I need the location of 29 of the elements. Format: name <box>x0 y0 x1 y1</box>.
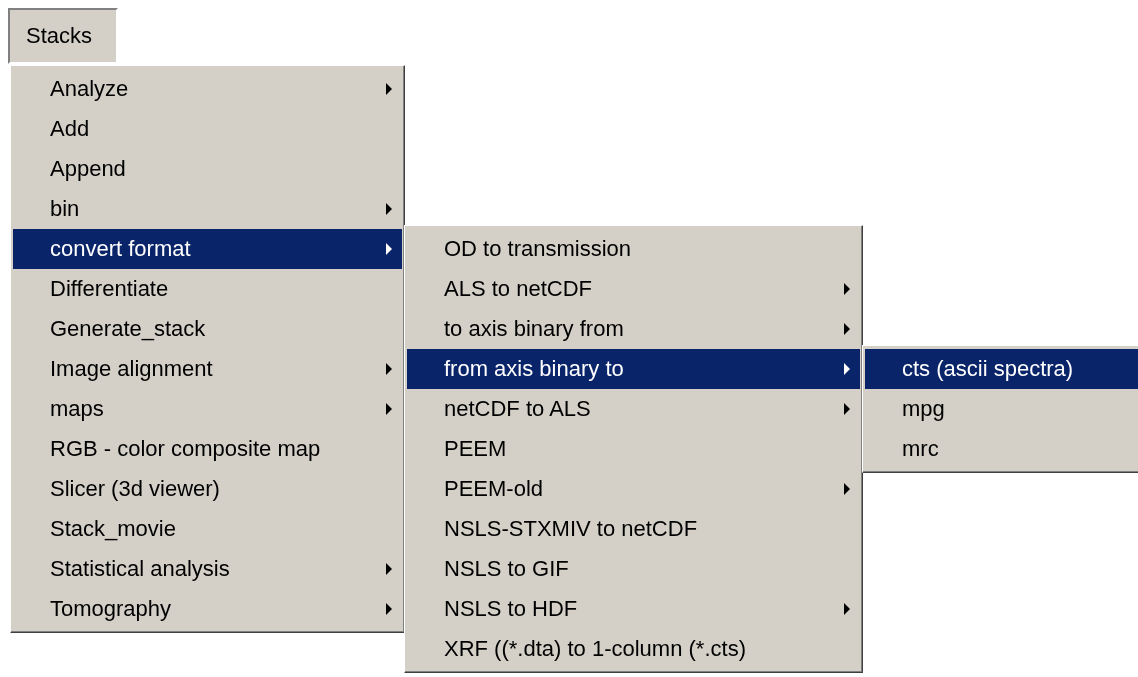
menu-item[interactable]: Image alignment <box>13 349 402 389</box>
menu-item[interactable]: to axis binary from <box>407 309 860 349</box>
menu-item[interactable]: PEEM-old <box>407 469 860 509</box>
menu-item[interactable]: PEEM <box>407 429 860 469</box>
menu-item[interactable]: RGB - color composite map <box>13 429 402 469</box>
menu-item[interactable]: Differentiate <box>13 269 402 309</box>
menu-item[interactable]: convert format <box>13 229 402 269</box>
menu-item[interactable]: OD to transmission <box>407 229 860 269</box>
menu-item[interactable]: maps <box>13 389 402 429</box>
menu-item[interactable]: netCDF to ALS <box>407 389 860 429</box>
menu-item[interactable]: NSLS to HDF <box>407 589 860 629</box>
menu-item[interactable]: Append <box>13 149 402 189</box>
menu-item[interactable]: cts (ascii spectra) <box>865 349 1138 389</box>
menu-item[interactable]: Generate_stack <box>13 309 402 349</box>
menu-item[interactable]: mrc <box>865 429 1138 469</box>
menu-title[interactable]: Stacks <box>8 8 118 64</box>
menu-item[interactable]: Analyze <box>13 69 402 109</box>
menu-item[interactable]: mpg <box>865 389 1138 429</box>
menu-item[interactable]: Slicer (3d viewer) <box>13 469 402 509</box>
menu-item[interactable]: bin <box>13 189 402 229</box>
menu-item[interactable]: Tomography <box>13 589 402 629</box>
menu-item[interactable]: XRF ((*.dta) to 1-column (*.cts) <box>407 629 860 669</box>
menu-item[interactable]: NSLS-STXMIV to netCDF <box>407 509 860 549</box>
menu-item[interactable]: ALS to netCDF <box>407 269 860 309</box>
menu-item[interactable]: from axis binary to <box>407 349 860 389</box>
menu-item[interactable]: Add <box>13 109 402 149</box>
menu-item[interactable]: Statistical analysis <box>13 549 402 589</box>
menu-item[interactable]: Stack_movie <box>13 509 402 549</box>
menu-item[interactable]: NSLS to GIF <box>407 549 860 589</box>
